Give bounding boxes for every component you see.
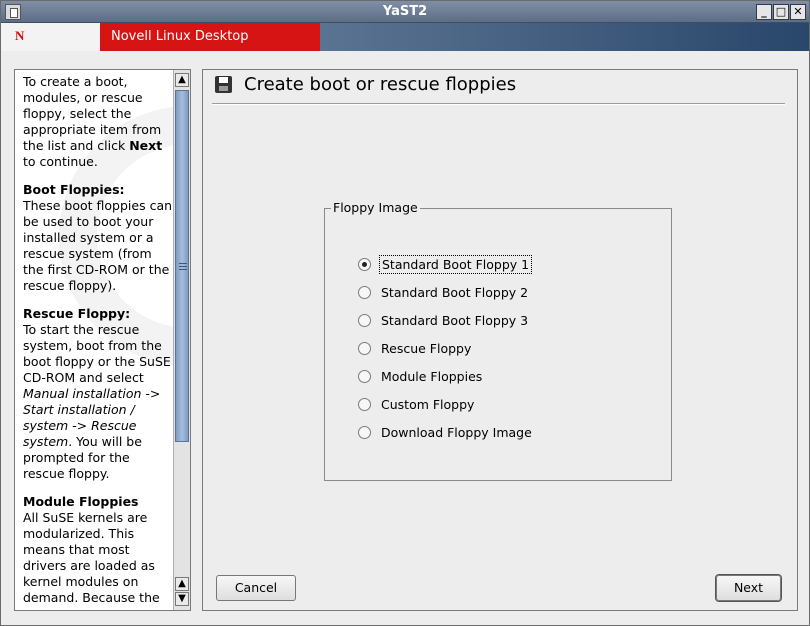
- option-standard-boot-floppy-3[interactable]: Standard Boot Floppy 3: [358, 310, 530, 330]
- help-intro-next: Next: [129, 138, 163, 153]
- option-rescue-floppy[interactable]: Rescue Floppy: [358, 338, 473, 358]
- main-panel: Create boot or rescue floppies Floppy Im…: [202, 69, 798, 611]
- help-boot-text: These boot floppies can be used to boot …: [23, 198, 173, 293]
- title-bar[interactable]: YaST2 _ □ ✕: [1, 1, 809, 23]
- option-label[interactable]: Standard Boot Floppy 1: [379, 254, 533, 274]
- help-intro: To create a boot, modules, or rescue flo…: [23, 74, 173, 170]
- option-label[interactable]: Download Floppy Image: [379, 424, 534, 441]
- help-rescue-section: Rescue Floppy: To start the rescue system…: [23, 306, 173, 482]
- radio-button[interactable]: [358, 285, 371, 299]
- page-title: Create boot or rescue floppies: [244, 74, 517, 95]
- help-module-title: Module Floppies: [23, 494, 139, 509]
- option-label[interactable]: Module Floppies: [379, 368, 484, 385]
- logo-area: N: [1, 23, 100, 51]
- option-module-floppies[interactable]: Module Floppies: [358, 366, 484, 386]
- option-label[interactable]: Custom Floppy: [379, 396, 476, 413]
- option-custom-floppy[interactable]: Custom Floppy: [358, 394, 476, 414]
- radio-button[interactable]: [358, 369, 371, 383]
- help-rescue-text: To start the rescue system, boot from th…: [23, 322, 171, 385]
- help-module-section: Module Floppies All SuSE kernels are modu…: [23, 494, 173, 610]
- floppy-disk-icon: [215, 76, 232, 93]
- help-scrollbar[interactable]: ▲ ▲ ▼: [173, 70, 190, 610]
- help-intro-text-end: to continue.: [23, 154, 98, 169]
- product-banner: N Novell Linux Desktop: [1, 23, 809, 51]
- option-download-floppy-image[interactable]: Download Floppy Image: [358, 422, 534, 442]
- option-label[interactable]: Standard Boot Floppy 3: [379, 312, 530, 329]
- heading-divider: [212, 103, 785, 105]
- floppy-image-group: Floppy Image Standard Boot Floppy 1 Stan…: [324, 200, 672, 481]
- close-button[interactable]: ✕: [790, 4, 806, 20]
- next-button[interactable]: Next: [716, 575, 781, 601]
- product-name: Novell Linux Desktop: [100, 23, 320, 51]
- option-standard-boot-floppy-1[interactable]: Standard Boot Floppy 1: [358, 254, 533, 274]
- option-label[interactable]: Standard Boot Floppy 2: [379, 284, 530, 301]
- yast2-window: YaST2 _ □ ✕ N Novell Linux Desktop To cr…: [0, 0, 810, 626]
- option-label[interactable]: Rescue Floppy: [379, 340, 473, 357]
- scroll-up-button[interactable]: ▲: [175, 73, 189, 87]
- scrollbar-thumb[interactable]: [175, 90, 189, 442]
- scroll-up-lower-button[interactable]: ▲: [175, 577, 189, 591]
- help-panel[interactable]: To create a boot, modules, or rescue flo…: [14, 69, 191, 611]
- grip-icon: [179, 263, 187, 270]
- scroll-down-button[interactable]: ▼: [175, 592, 189, 606]
- radio-button[interactable]: [358, 257, 371, 271]
- window-title: YaST2: [382, 4, 428, 19]
- option-standard-boot-floppy-2[interactable]: Standard Boot Floppy 2: [358, 282, 530, 302]
- minimize-button[interactable]: _: [756, 4, 772, 20]
- help-text: To create a boot, modules, or rescue flo…: [23, 74, 173, 610]
- radio-button[interactable]: [358, 425, 371, 439]
- cancel-button[interactable]: Cancel: [216, 575, 296, 601]
- help-boot-title: Boot Floppies:: [23, 182, 125, 197]
- radio-button[interactable]: [358, 397, 371, 411]
- help-module-text: All SuSE kernels are modularized. This m…: [23, 510, 160, 610]
- floppy-image-group-label: Floppy Image: [331, 200, 420, 215]
- radio-button[interactable]: [358, 341, 371, 355]
- radio-button[interactable]: [358, 313, 371, 327]
- help-boot-section: Boot Floppies: These boot floppies can be…: [23, 182, 173, 294]
- help-rescue-title: Rescue Floppy:: [23, 306, 131, 321]
- novell-logo: N: [15, 28, 25, 43]
- maximize-button[interactable]: □: [773, 4, 789, 20]
